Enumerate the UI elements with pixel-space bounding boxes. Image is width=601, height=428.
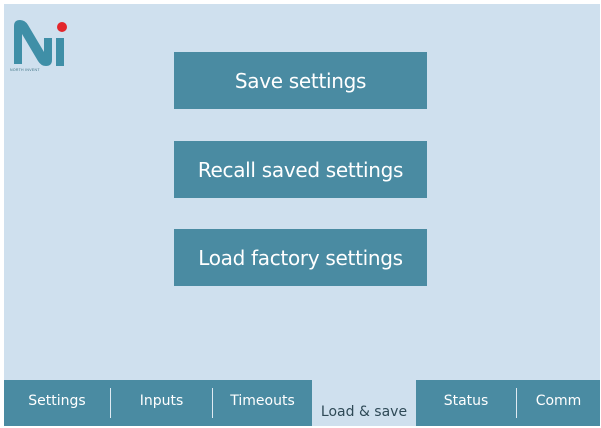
screen: NORTH INVENT Save settings Recall saved …	[4, 4, 600, 426]
tab-load-and-save[interactable]: Load & save	[312, 380, 416, 426]
tab-timeouts-label: Timeouts	[230, 393, 295, 409]
recall-saved-settings-label: Recall saved settings	[197, 157, 404, 182]
save-settings-label: Save settings	[234, 68, 367, 93]
tab-status-label: Status	[443, 393, 489, 409]
tab-comm-label: Comm	[535, 393, 582, 409]
tab-timeouts[interactable]: Timeouts	[213, 380, 312, 426]
tab-settings-label: Settings	[28, 393, 86, 409]
tab-status[interactable]: Status	[416, 380, 516, 426]
tab-load-and-save-label: Load & save	[320, 404, 408, 420]
tab-bar: Settings Inputs Timeouts Load & save Sta…	[4, 380, 600, 426]
load-factory-settings-label: Load factory settings	[198, 245, 403, 270]
logo-wordmark: NORTH INVENT	[10, 68, 40, 72]
load-factory-settings-button[interactable]: Load factory settings	[174, 229, 427, 286]
tab-settings[interactable]: Settings	[4, 380, 110, 426]
ni-logo-icon	[14, 20, 67, 66]
recall-saved-settings-button[interactable]: Recall saved settings	[174, 141, 427, 198]
save-settings-button[interactable]: Save settings	[174, 52, 427, 109]
tab-inputs[interactable]: Inputs	[111, 380, 212, 426]
tab-comm[interactable]: Comm	[517, 380, 600, 426]
tab-inputs-label: Inputs	[139, 393, 184, 409]
north-invent-logo: NORTH INVENT	[10, 16, 70, 80]
